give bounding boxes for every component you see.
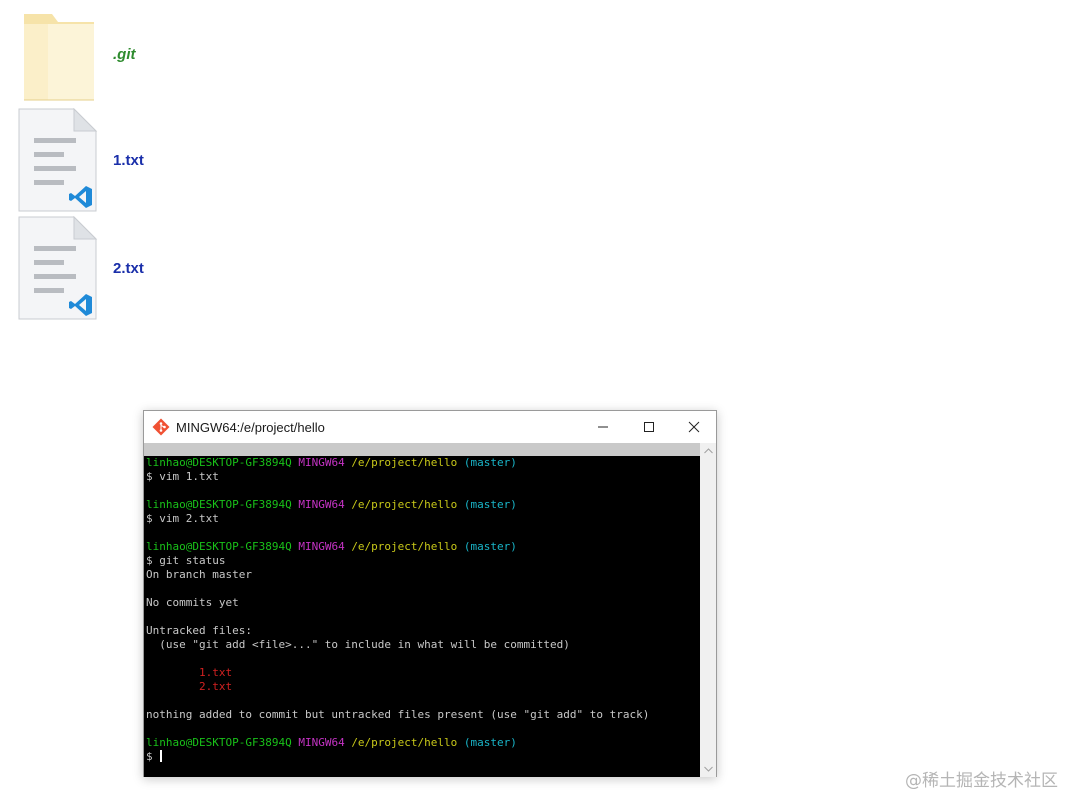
file-item-1-txt[interactable]: 1.txt: [18, 106, 144, 214]
maximize-icon: [643, 422, 654, 432]
file-item-2-txt[interactable]: 2.txt: [18, 214, 144, 322]
close-button[interactable]: [671, 411, 716, 443]
chevron-up-icon: [703, 448, 713, 454]
vertical-scrollbar[interactable]: [700, 443, 716, 777]
command-line: $ vim 1.txt: [146, 470, 219, 483]
close-icon: [688, 421, 699, 433]
command-line: $ vim 2.txt: [146, 512, 219, 525]
output-line: Untracked files:: [146, 624, 252, 637]
command-line: $ git status: [146, 554, 226, 567]
minimize-icon: [597, 426, 608, 428]
text-cursor: [160, 750, 163, 762]
output-line: nothing added to commit but untracked fi…: [146, 708, 650, 721]
untracked-file: 1.txt: [146, 666, 233, 679]
scroll-up-button[interactable]: [700, 443, 716, 459]
window-titlebar[interactable]: MINGW64:/e/project/hello: [144, 411, 716, 443]
vscode-file-icon: [18, 107, 98, 212]
terminal-output[interactable]: linhao@DESKTOP-GF3894Q MINGW64 /e/projec…: [144, 443, 700, 777]
output-line: On branch master: [146, 568, 252, 581]
input-prompt[interactable]: $: [146, 750, 163, 764]
prompt-line: linhao@DESKTOP-GF3894Q MINGW64 /e/projec…: [146, 540, 517, 553]
git-bash-icon: [152, 418, 170, 436]
prompt-line: linhao@DESKTOP-GF3894Q MINGW64 /e/projec…: [146, 736, 517, 749]
file-name: 1.txt: [113, 151, 144, 169]
file-item-git-folder[interactable]: .git: [18, 0, 136, 108]
chevron-down-icon: [703, 766, 713, 772]
vscode-file-icon: [18, 215, 98, 320]
file-name: .git: [113, 45, 136, 63]
maximize-button[interactable]: [626, 411, 671, 443]
minimize-button[interactable]: [580, 411, 625, 443]
scroll-down-button[interactable]: [700, 761, 716, 777]
prompt-line: linhao@DESKTOP-GF3894Q MINGW64 /e/projec…: [146, 456, 517, 469]
output-line: No commits yet: [146, 596, 239, 609]
window-title: MINGW64:/e/project/hello: [176, 419, 325, 435]
untracked-file: 2.txt: [146, 680, 233, 693]
file-name: 2.txt: [113, 259, 144, 277]
watermark: @稀土掘金技术社区: [905, 771, 1058, 791]
output-line: (use "git add <file>..." to include in w…: [146, 638, 570, 651]
prompt-line: linhao@DESKTOP-GF3894Q MINGW64 /e/projec…: [146, 498, 517, 511]
folder-icon: [18, 2, 98, 106]
terminal-window[interactable]: MINGW64:/e/project/hello linhao@DESKTOP-…: [143, 410, 717, 777]
